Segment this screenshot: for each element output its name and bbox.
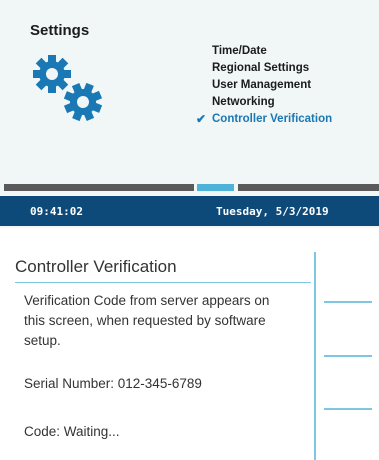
page-indicator-right <box>238 184 379 191</box>
status-time: 09:41:02 <box>30 205 83 218</box>
verification-description: Verification Code from server appears on… <box>24 293 270 348</box>
settings-title: Settings <box>30 22 90 39</box>
title-underline <box>15 282 311 283</box>
gears-icon <box>33 55 108 126</box>
controller-verification-panel: Controller Verification Verification Cod… <box>0 245 379 460</box>
verification-title: Controller Verification <box>15 257 177 276</box>
checkmark-icon: ✔ <box>196 112 207 126</box>
side-button-indicator-1[interactable] <box>324 301 372 303</box>
status-date: Tuesday, 5/3/2019 <box>216 205 329 218</box>
side-button-indicator-2[interactable] <box>324 355 372 357</box>
menu-item-label: Regional Settings <box>212 62 310 74</box>
menu-item-label: Time/Date <box>212 45 267 57</box>
menu-item-label: User Management <box>212 79 312 91</box>
settings-menu: Time/Date Regional Settings User Managem… <box>196 43 332 128</box>
status-bar: 09:41:02 Tuesday, 5/3/2019 <box>0 196 379 226</box>
serial-number: Serial Number: 012-345-6789 <box>24 376 202 391</box>
menu-item-user-management[interactable]: User Management <box>196 77 332 94</box>
verification-code-status: Code: Waiting... <box>24 424 120 439</box>
vertical-divider <box>314 252 316 460</box>
side-button-indicator-3[interactable] <box>324 408 372 410</box>
menu-item-regional-settings[interactable]: Regional Settings <box>196 60 332 77</box>
settings-screen: Settings Time/Date Regional Settings Use… <box>0 0 379 228</box>
menu-item-time-date[interactable]: Time/Date <box>196 43 332 60</box>
menu-item-label: Networking <box>212 96 275 108</box>
page-indicator-active <box>197 184 234 191</box>
menu-item-networking[interactable]: Networking <box>196 94 332 111</box>
page-indicator-left <box>4 184 194 191</box>
menu-item-label: Controller Verification <box>212 113 333 125</box>
menu-item-controller-verification[interactable]: ✔ Controller Verification <box>196 111 332 128</box>
